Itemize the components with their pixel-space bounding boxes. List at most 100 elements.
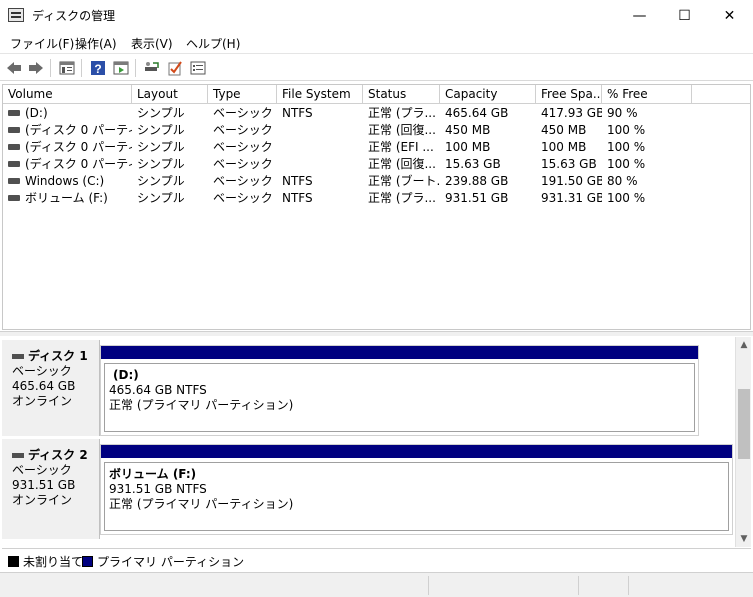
forward-arrow-icon [29, 62, 43, 74]
layout-cell: シンプル [137, 123, 185, 137]
menu-bar: ファイル(F) 操作(A) 表示(V) ヘルプ(H) [0, 31, 753, 53]
window-title: ディスクの管理 [32, 9, 116, 23]
column-header-free-space[interactable]: Free Spa... [536, 85, 602, 104]
scroll-up-icon[interactable]: ▲ [736, 337, 752, 353]
close-icon: ✕ [723, 7, 736, 24]
type-cell: ベーシック [213, 123, 273, 137]
forward-button[interactable] [27, 59, 45, 77]
volume-list[interactable]: Volume Layout Type File System Status Ca… [2, 84, 751, 330]
volume-cell: ボリューム (F:) [3, 190, 132, 207]
table-row[interactable]: (ディスク 0 パーティシ... シンプル ベーシック 正常 (回復... 45… [3, 122, 750, 139]
check-icon [168, 61, 182, 76]
layout-cell: シンプル [137, 191, 185, 205]
table-row[interactable]: (D:) シンプル ベーシック NTFS 正常 (プラ... 465.64 GB… [3, 105, 750, 122]
menu-help[interactable]: ヘルプ(H) [186, 35, 240, 52]
toolbar-separator [50, 59, 51, 77]
fs-cell [277, 156, 363, 173]
volume-cell: (D:) [3, 105, 132, 122]
table-row[interactable]: (ディスク 0 パーティシ... シンプル ベーシック 正常 (EFI ... … [3, 139, 750, 156]
free-space-cell: 931.31 GB [541, 191, 602, 205]
menu-action[interactable]: 操作(A) [75, 35, 117, 52]
layout-cell: シンプル [137, 140, 185, 154]
capacity-cell: 239.88 GB [445, 174, 509, 188]
partition-size-fs: 465.64 GB NTFS [109, 383, 207, 397]
disk-2-name: ディスク 2 [12, 448, 99, 463]
status-pane [578, 576, 628, 595]
pane-splitter[interactable] [0, 331, 753, 336]
properties-button[interactable] [58, 59, 76, 77]
primary-partition-bar [101, 346, 698, 359]
scroll-down-icon[interactable]: ▼ [736, 531, 752, 547]
maximize-button[interactable]: ☐ [662, 0, 707, 31]
check-button[interactable] [166, 59, 184, 77]
percent-free-cell: 80 % [607, 174, 638, 188]
toolbar: ? [0, 53, 753, 81]
back-button[interactable] [5, 59, 23, 77]
type-cell: ベーシック [213, 174, 273, 188]
title-bar: ディスクの管理 — ☐ ✕ [0, 0, 753, 31]
status-cell: 正常 (回復... [368, 157, 436, 171]
column-header-percent-free[interactable]: % Free [602, 85, 692, 104]
table-row[interactable]: (ディスク 0 パーティシ... シンプル ベーシック 正常 (回復... 15… [3, 156, 750, 173]
maximize-icon: ☐ [678, 7, 691, 24]
scroll-thumb[interactable] [738, 389, 750, 459]
disk-2-partition[interactable]: ボリューム (F:) 931.51 GB NTFS 正常 (プライマリ パーティ… [100, 444, 733, 535]
legend-primary-partition-label: プライマリ パーティション [97, 555, 245, 569]
status-pane [628, 576, 753, 595]
table-row[interactable]: ボリューム (F:) シンプル ベーシック NTFS 正常 (プラ... 931… [3, 190, 750, 207]
disk-management-app-icon [8, 8, 24, 22]
type-cell: ベーシック [213, 106, 273, 120]
column-header-capacity[interactable]: Capacity [440, 85, 536, 104]
menu-file[interactable]: ファイル(F) [10, 35, 74, 52]
layout-cell: シンプル [137, 157, 185, 171]
percent-free-cell: 100 % [607, 140, 646, 154]
partition-status: 正常 (プライマリ パーティション) [109, 398, 294, 412]
disk-2-label[interactable]: ディスク 2 ベーシック 931.51 GB オンライン [2, 439, 100, 539]
table-row[interactable]: Windows (C:) シンプル ベーシック NTFS 正常 (ブート... … [3, 173, 750, 190]
legend-primary-partition: プライマリ パーティション [82, 553, 244, 570]
disk-2-type: ベーシック [12, 463, 72, 477]
column-header-type[interactable]: Type [208, 85, 277, 104]
minimize-icon: — [632, 7, 647, 24]
type-cell: ベーシック [213, 140, 273, 154]
legend-unallocated: 未割り当て [8, 553, 83, 570]
minimize-button[interactable]: — [617, 0, 662, 31]
rescan-button[interactable] [143, 59, 161, 77]
legend-unallocated-label: 未割り当て [23, 555, 84, 569]
menu-view[interactable]: 表示(V) [131, 35, 173, 52]
type-cell: ベーシック [213, 191, 273, 205]
primary-partition-swatch [82, 556, 93, 567]
free-space-cell: 100 MB [541, 140, 587, 154]
partition-name: ボリューム (F:) [109, 467, 197, 481]
column-header-file-system[interactable]: File System [277, 85, 363, 104]
volume-cell: Windows (C:) [3, 173, 132, 190]
column-header-status[interactable]: Status [363, 85, 440, 104]
close-button[interactable]: ✕ [707, 0, 752, 31]
disk-2-state: オンライン [12, 493, 73, 507]
rescan-icon [145, 62, 159, 71]
fs-cell [277, 122, 363, 139]
fs-cell: NTFS [282, 106, 313, 120]
properties-icon [59, 61, 75, 75]
console-tree-icon [113, 61, 129, 75]
free-space-cell: 15.63 GB [541, 157, 597, 171]
column-header-layout[interactable]: Layout [132, 85, 208, 104]
capacity-cell: 100 MB [445, 140, 491, 154]
disk-1-name: ディスク 1 [12, 349, 99, 364]
console-tree-button[interactable] [112, 59, 130, 77]
settings-list-button[interactable] [189, 59, 207, 77]
volume-icon [8, 126, 20, 133]
status-cell: 正常 (EFI ... [368, 140, 434, 154]
unallocated-swatch [8, 556, 19, 567]
disk-view-scrollbar[interactable]: ▲ ▼ [735, 337, 751, 547]
partition-size-fs: 931.51 GB NTFS [109, 482, 207, 496]
fs-cell: NTFS [282, 191, 313, 205]
status-bar [0, 572, 753, 597]
disk-1-label[interactable]: ディスク 1 ベーシック 465.64 GB オンライン [2, 340, 100, 436]
help-button[interactable]: ? [89, 59, 107, 77]
disk-1-partition[interactable]: (D:) 465.64 GB NTFS 正常 (プライマリ パーティション) [100, 345, 699, 436]
volume-cell: (ディスク 0 パーティシ... [3, 139, 132, 156]
percent-free-cell: 90 % [607, 106, 638, 120]
column-header-volume[interactable]: Volume [3, 85, 132, 104]
free-space-cell: 417.93 GB [541, 106, 602, 120]
